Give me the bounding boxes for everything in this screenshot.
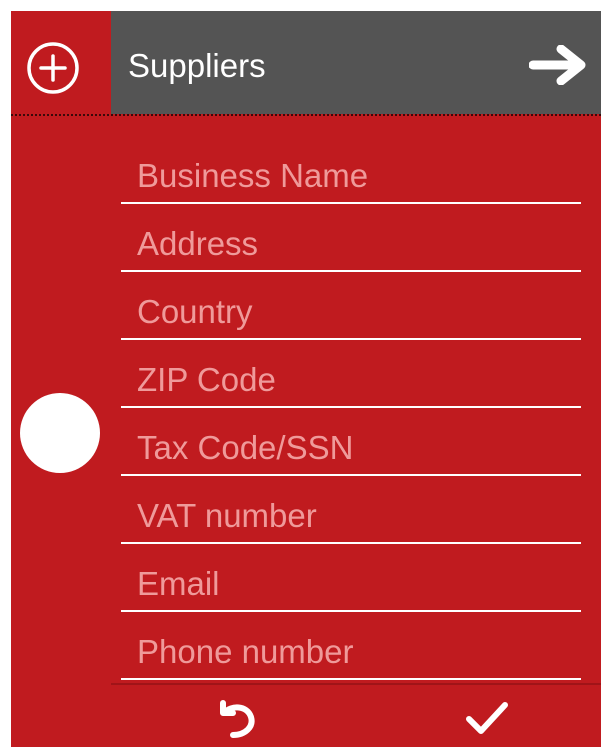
undo-button[interactable]: [191, 685, 281, 747]
country-placeholder: Country: [137, 293, 253, 330]
country-field[interactable]: Country: [121, 276, 581, 340]
page-title: Suppliers: [128, 47, 266, 84]
plus-circle-icon: [27, 42, 79, 94]
tax-code-field[interactable]: Tax Code/SSN: [121, 412, 581, 476]
business-name-field[interactable]: Business Name: [121, 140, 581, 204]
title-bar: Suppliers: [111, 11, 601, 114]
supplier-photo-placeholder[interactable]: [20, 393, 100, 473]
email-placeholder: Email: [137, 565, 220, 602]
phone-number-field[interactable]: Phone number: [121, 616, 581, 680]
header-bar: Suppliers: [11, 11, 601, 114]
zip-code-placeholder: ZIP Code: [137, 361, 276, 398]
undo-icon: [220, 700, 255, 738]
checkmark-icon: [466, 702, 508, 734]
arrow-right-icon: [529, 45, 586, 85]
header-divider: [11, 114, 601, 116]
address-field[interactable]: Address: [121, 208, 581, 272]
business-name-placeholder: Business Name: [137, 157, 369, 194]
confirm-button[interactable]: [441, 685, 531, 747]
email-field[interactable]: Email: [121, 548, 581, 612]
vat-number-placeholder: VAT number: [137, 497, 317, 534]
add-button[interactable]: [11, 11, 111, 114]
phone-number-placeholder: Phone number: [137, 633, 354, 670]
next-button[interactable]: [516, 11, 601, 114]
tax-code-placeholder: Tax Code/SSN: [137, 429, 354, 466]
address-placeholder: Address: [137, 225, 259, 262]
vat-number-field[interactable]: VAT number: [121, 480, 581, 544]
zip-code-field[interactable]: ZIP Code: [121, 344, 581, 408]
supplier-form-panel: Suppliers Business Name Address Country …: [11, 11, 601, 747]
